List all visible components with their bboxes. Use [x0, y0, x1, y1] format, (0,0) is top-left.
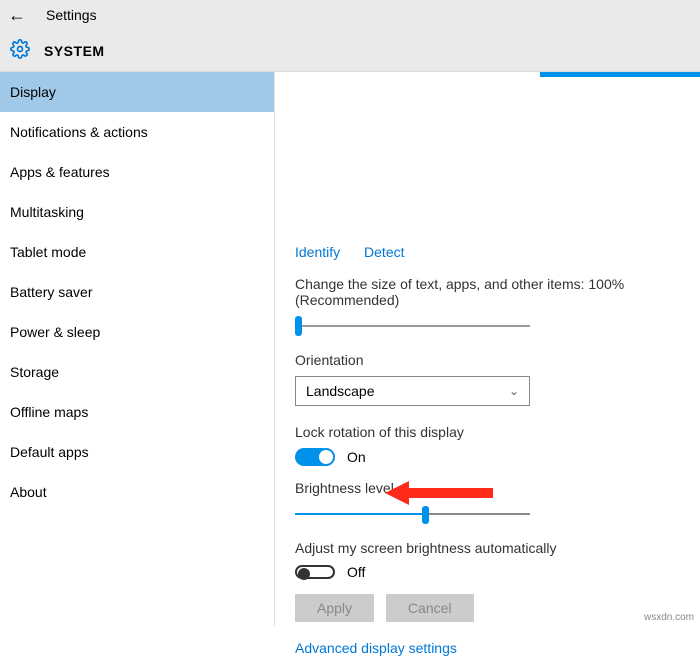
scale-slider[interactable]	[295, 316, 530, 336]
lock-rotation-toggle[interactable]	[295, 448, 335, 466]
accent-bar	[540, 72, 700, 77]
sidebar-item-default-apps[interactable]: Default apps	[0, 432, 274, 472]
window-title: Settings	[46, 7, 97, 23]
gear-icon	[10, 39, 30, 62]
sidebar: Display Notifications & actions Apps & f…	[0, 72, 275, 626]
detect-link[interactable]: Detect	[364, 244, 404, 260]
sidebar-item-power[interactable]: Power & sleep	[0, 312, 274, 352]
sidebar-item-storage[interactable]: Storage	[0, 352, 274, 392]
page-title: SYSTEM	[44, 43, 105, 59]
titlebar: ← Settings	[0, 0, 700, 30]
auto-brightness-label: Adjust my screen brightness automaticall…	[295, 540, 682, 556]
sidebar-item-apps[interactable]: Apps & features	[0, 152, 274, 192]
scale-label: Change the size of text, apps, and other…	[295, 276, 682, 308]
lock-rotation-label: Lock rotation of this display	[295, 424, 682, 440]
sidebar-item-battery[interactable]: Battery saver	[0, 272, 274, 312]
sidebar-item-tablet[interactable]: Tablet mode	[0, 232, 274, 272]
auto-brightness-value: Off	[347, 564, 365, 580]
header: SYSTEM	[0, 30, 700, 72]
identify-link[interactable]: Identify	[295, 244, 340, 260]
watermark: wsxdn.com	[644, 612, 694, 623]
chevron-down-icon: ⌄	[509, 384, 519, 398]
back-button[interactable]: ←	[8, 5, 26, 26]
cancel-button[interactable]: Cancel	[386, 594, 474, 622]
orientation-label: Orientation	[295, 352, 682, 368]
orientation-value: Landscape	[306, 383, 375, 399]
brightness-slider[interactable]	[295, 504, 530, 524]
sidebar-item-about[interactable]: About	[0, 472, 274, 512]
content: Identify Detect Change the size of text,…	[275, 72, 700, 626]
sidebar-item-multitasking[interactable]: Multitasking	[0, 192, 274, 232]
auto-brightness-toggle[interactable]	[295, 565, 335, 579]
brightness-label: Brightness level	[295, 480, 682, 496]
orientation-select[interactable]: Landscape ⌄	[295, 376, 530, 406]
lock-rotation-value: On	[347, 449, 366, 465]
sidebar-item-notifications[interactable]: Notifications & actions	[0, 112, 274, 152]
apply-button[interactable]: Apply	[295, 594, 374, 622]
sidebar-item-display[interactable]: Display	[0, 72, 274, 112]
advanced-display-link[interactable]: Advanced display settings	[295, 640, 682, 656]
sidebar-item-offline-maps[interactable]: Offline maps	[0, 392, 274, 432]
